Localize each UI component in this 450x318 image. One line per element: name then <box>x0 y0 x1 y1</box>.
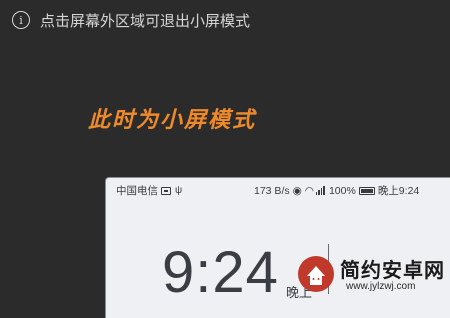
site-watermark: 简约安卓网 www.jylzwj.com <box>296 250 446 298</box>
status-time: 晚上9:24 <box>377 185 420 197</box>
eye-icon: ◉ <box>292 184 302 197</box>
usb-icon: ψ <box>175 185 183 196</box>
carrier-label: 中国电信 <box>116 185 158 197</box>
sim-icon <box>161 186 171 195</box>
watermark-url: www.jylzwj.com <box>346 281 416 292</box>
signal-icon <box>315 186 326 195</box>
wifi-icon: ◠ <box>304 184 314 197</box>
battery-icon <box>358 186 375 195</box>
exit-small-screen-hint: i 点击屏幕外区域可退出小屏模式 <box>12 8 250 32</box>
watermark-site-name: 简约安卓网 <box>340 258 445 282</box>
network-speed: 173 B/s <box>254 184 290 197</box>
lockscreen-clock: 9:24 <box>162 240 279 305</box>
small-screen-mode-caption: 此时为小屏模式 <box>88 108 257 133</box>
exit-hint-text: 点击屏幕外区域可退出小屏模式 <box>40 11 251 30</box>
android-logo-icon <box>298 256 334 292</box>
status-bar: 中国电信 ψ 173 B/s ◉ ◠ 100% 晚上9:24 <box>106 178 446 200</box>
info-icon: i <box>12 11 30 29</box>
battery-percent: 100% <box>328 184 356 197</box>
